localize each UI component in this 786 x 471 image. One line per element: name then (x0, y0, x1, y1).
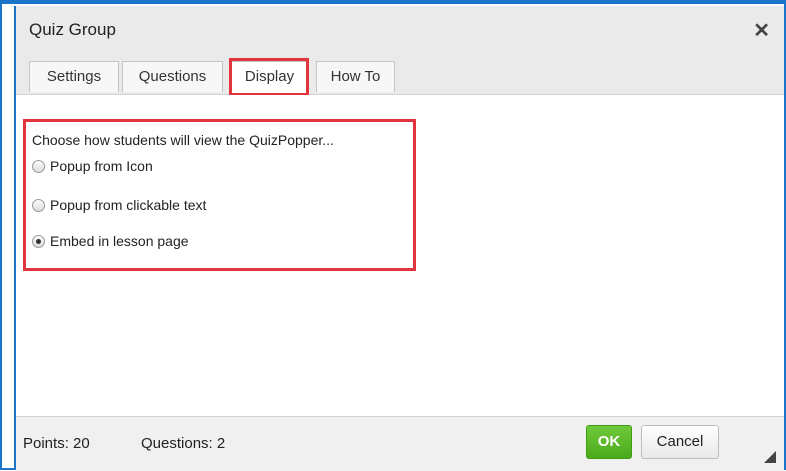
option-label: Popup from clickable text (50, 197, 207, 213)
points-count: Points: 20 (23, 435, 90, 452)
questions-count: Questions: 2 (141, 435, 226, 452)
tab-bar: Settings Questions Display How To (16, 54, 784, 95)
tab-display[interactable]: Display (230, 61, 309, 93)
tab-how-to-label: How To (330, 68, 381, 85)
cancel-button[interactable]: Cancel (641, 425, 719, 459)
option-embed-in-lesson-page[interactable]: Embed in lesson page (32, 233, 189, 249)
ok-button[interactable]: OK (586, 425, 632, 459)
tab-questions[interactable]: Questions (122, 61, 223, 92)
tab-settings[interactable]: Settings (29, 61, 119, 92)
close-icon[interactable]: ✕ (753, 18, 770, 43)
tab-display-label: Display (244, 68, 295, 85)
dialog-title: Quiz Group (29, 20, 116, 39)
radio-popup-from-icon[interactable] (32, 159, 45, 173)
radio-embed-in-lesson-page[interactable] (32, 234, 45, 248)
dialog-titlebar: Quiz Group ✕ (16, 6, 784, 55)
option-label: Popup from Icon (50, 158, 153, 174)
resize-grip-icon[interactable] (764, 451, 776, 463)
tab-settings-label: Settings (46, 68, 102, 85)
option-popup-from-icon[interactable]: Popup from Icon (32, 158, 153, 174)
radio-popup-from-clickable-text[interactable] (32, 198, 45, 212)
tab-how-to[interactable]: How To (316, 61, 395, 92)
option-popup-from-clickable-text[interactable]: Popup from clickable text (32, 197, 206, 213)
dialog-footer: Points: 20 Questions: 2 OK Cancel (16, 416, 784, 471)
option-label: Embed in lesson page (50, 233, 189, 249)
tab-questions-label: Questions (138, 68, 207, 85)
display-prompt: Choose how students will view the QuizPo… (32, 132, 334, 148)
